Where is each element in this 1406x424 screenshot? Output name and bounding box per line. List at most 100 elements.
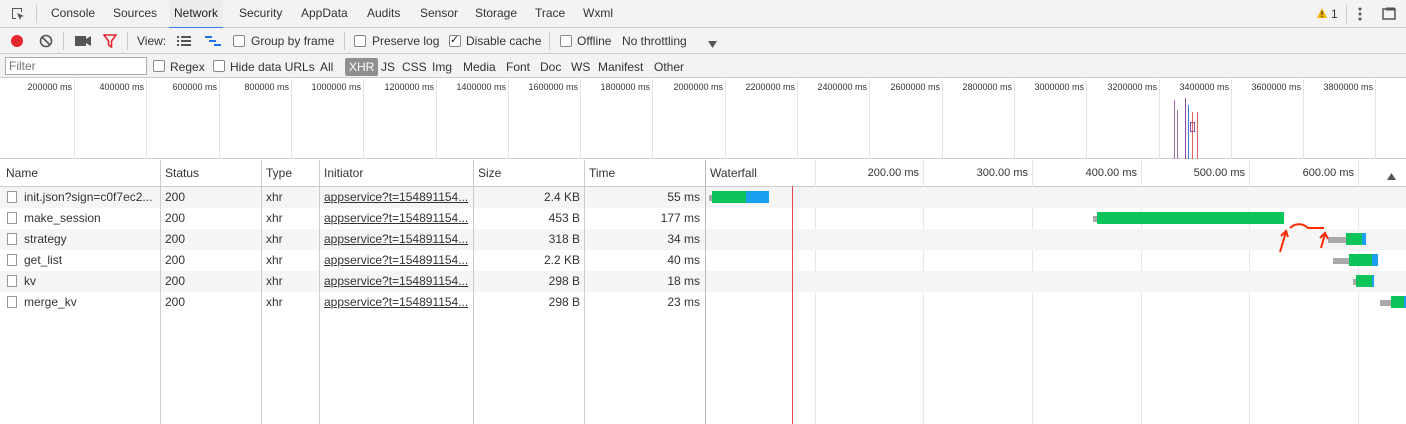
list-view-icon[interactable] bbox=[177, 35, 191, 50]
filter-type-doc[interactable]: Doc bbox=[540, 60, 561, 74]
more-icon[interactable] bbox=[1358, 6, 1362, 25]
filter-type-all[interactable]: All bbox=[320, 60, 333, 74]
cell-name[interactable]: merge_kv bbox=[24, 292, 158, 313]
filter-input[interactable] bbox=[5, 57, 147, 75]
filter-bar bbox=[0, 54, 1406, 78]
tab-console[interactable]: Console bbox=[51, 0, 95, 27]
file-icon bbox=[7, 296, 17, 308]
dock-icon[interactable] bbox=[1382, 7, 1396, 23]
group-by-frame-label[interactable]: Group by frame bbox=[251, 34, 334, 48]
overview-tick-label: 3000000 ms bbox=[1034, 82, 1084, 92]
table-row[interactable]: merge_kv 200 xhr appservice?t=154891154... 2… bbox=[0, 292, 705, 313]
filter-icon[interactable] bbox=[102, 34, 118, 51]
filter-type-font[interactable]: Font bbox=[506, 60, 530, 74]
cell-time: 18 ms bbox=[667, 274, 700, 288]
overview-tick-label: 1200000 ms bbox=[384, 82, 434, 92]
cell-initiator[interactable]: appservice?t=154891154... bbox=[324, 229, 469, 250]
file-icon bbox=[7, 254, 17, 266]
overview-marker-red bbox=[1192, 112, 1193, 159]
tab-wxml[interactable]: Wxml bbox=[583, 0, 613, 27]
overview-marker-purple bbox=[1177, 110, 1178, 159]
waterfall-bar-download bbox=[1372, 254, 1378, 266]
cell-initiator[interactable]: appservice?t=154891154... bbox=[324, 271, 469, 292]
overview-tick-label: 2400000 ms bbox=[817, 82, 867, 92]
filter-type-other[interactable]: Other bbox=[654, 60, 684, 74]
tab-trace[interactable]: Trace bbox=[535, 0, 565, 27]
offline-label[interactable]: Offline bbox=[577, 34, 611, 48]
cell-size: 298 B bbox=[548, 295, 580, 309]
view-label: View: bbox=[137, 34, 167, 48]
cell-type: xhr bbox=[266, 295, 283, 309]
camera-icon[interactable] bbox=[75, 35, 91, 50]
table-row[interactable]: init.json?sign=c0f7ec2... 200 xhr appservic… bbox=[0, 187, 705, 208]
tab-appdata[interactable]: AppData bbox=[301, 0, 348, 27]
col-status[interactable]: Status bbox=[165, 160, 199, 186]
cell-name[interactable]: make_session bbox=[24, 208, 158, 229]
preserve-log-checkbox[interactable] bbox=[354, 35, 366, 47]
waterfall-row[interactable] bbox=[706, 271, 1406, 292]
waterfall-row[interactable] bbox=[706, 187, 1406, 208]
clear-icon[interactable] bbox=[39, 34, 53, 51]
tab-sensor[interactable]: Sensor bbox=[420, 0, 458, 27]
cell-initiator[interactable]: appservice?t=154891154... bbox=[324, 208, 469, 229]
cell-initiator[interactable]: appservice?t=154891154... bbox=[324, 250, 469, 271]
file-icon bbox=[7, 212, 17, 224]
cell-status: 200 bbox=[165, 232, 186, 246]
cell-name[interactable]: get_list bbox=[24, 250, 158, 271]
col-type[interactable]: Type bbox=[266, 160, 292, 186]
cell-type: xhr bbox=[266, 211, 283, 225]
overview-tick-label: 1800000 ms bbox=[600, 82, 650, 92]
col-size[interactable]: Size bbox=[478, 160, 501, 186]
tab-security[interactable]: Security bbox=[239, 0, 282, 27]
filter-type-js[interactable]: JS bbox=[381, 60, 395, 74]
offline-checkbox[interactable] bbox=[560, 35, 572, 47]
table-row[interactable]: strategy 200 xhr appservice?t=154891154... 3… bbox=[0, 229, 705, 250]
filter-type-img[interactable]: Img bbox=[432, 60, 452, 74]
cell-type: xhr bbox=[266, 253, 283, 267]
chevron-down-icon[interactable] bbox=[708, 37, 717, 51]
tab-network[interactable]: Network bbox=[169, 0, 224, 29]
overview-tick-label: 400000 ms bbox=[99, 82, 144, 92]
hide-data-urls-checkbox[interactable] bbox=[213, 60, 225, 72]
overview-tick-label: 3400000 ms bbox=[1179, 82, 1229, 92]
col-name[interactable]: Name bbox=[6, 160, 38, 186]
col-time[interactable]: Time bbox=[589, 160, 615, 186]
tab-storage[interactable]: Storage bbox=[475, 0, 517, 27]
overview-tick-label: 1400000 ms bbox=[456, 82, 506, 92]
filter-type-css[interactable]: CSS bbox=[402, 60, 427, 74]
waterfall-bar-waiting bbox=[1097, 212, 1284, 224]
waterfall-view-icon[interactable] bbox=[205, 35, 221, 50]
tab-audits[interactable]: Audits bbox=[367, 0, 400, 27]
cell-initiator[interactable]: appservice?t=154891154... bbox=[324, 292, 469, 313]
warning-count[interactable]: 1 bbox=[1331, 7, 1338, 21]
table-row[interactable]: get_list 200 xhr appservice?t=154891154... 2… bbox=[0, 250, 705, 271]
warning-icon[interactable] bbox=[1316, 7, 1328, 22]
col-waterfall[interactable]: Waterfall bbox=[710, 160, 757, 186]
regex-label[interactable]: Regex bbox=[170, 60, 205, 74]
tab-sources[interactable]: Sources bbox=[113, 0, 157, 27]
cell-type: xhr bbox=[266, 274, 283, 288]
disable-cache-label[interactable]: Disable cache bbox=[466, 34, 541, 48]
table-row[interactable]: kv 200 xhr appservice?t=154891154... 298 B 18… bbox=[0, 271, 705, 292]
record-icon[interactable] bbox=[10, 34, 24, 51]
preserve-log-label[interactable]: Preserve log bbox=[372, 34, 439, 48]
filter-type-manifest[interactable]: Manifest bbox=[598, 60, 643, 74]
disable-cache-checkbox[interactable] bbox=[449, 33, 461, 47]
filter-type-ws[interactable]: WS bbox=[571, 60, 590, 74]
waterfall-row[interactable] bbox=[706, 292, 1406, 313]
cell-name[interactable]: kv bbox=[24, 271, 158, 292]
cell-initiator[interactable]: appservice?t=154891154... bbox=[324, 187, 469, 208]
throttling-select[interactable]: No throttling bbox=[622, 34, 687, 48]
regex-checkbox[interactable] bbox=[153, 60, 165, 72]
hide-data-urls-label[interactable]: Hide data URLs bbox=[230, 60, 315, 74]
filter-type-xhr[interactable]: XHR bbox=[345, 58, 379, 76]
filter-type-media[interactable]: Media bbox=[463, 60, 496, 74]
inspect-icon[interactable] bbox=[10, 6, 26, 25]
cell-name[interactable]: strategy bbox=[24, 229, 158, 250]
cell-name[interactable]: init.json?sign=c0f7ec2... bbox=[24, 187, 158, 208]
table-row[interactable]: make_session 200 xhr appservice?t=154891154… bbox=[0, 208, 705, 229]
group-by-frame-checkbox[interactable] bbox=[233, 35, 245, 47]
sort-asc-icon[interactable] bbox=[1387, 169, 1396, 183]
col-initiator[interactable]: Initiator bbox=[324, 160, 363, 186]
waterfall-tick-label: 300.00 ms bbox=[976, 167, 1028, 179]
